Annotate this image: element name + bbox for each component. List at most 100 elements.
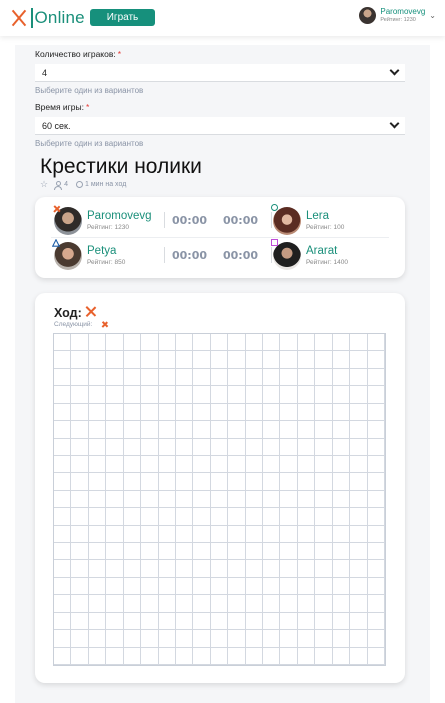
board-cell[interactable] [158, 612, 176, 631]
board-cell[interactable] [332, 560, 351, 578]
board-cell[interactable] [193, 595, 211, 613]
board-cell[interactable] [245, 490, 264, 509]
board-cell[interactable] [350, 421, 368, 439]
board-cell[interactable] [158, 508, 176, 526]
user-menu[interactable]: Paromovevg Рейтинг: 1230 ⌄ [359, 7, 436, 24]
board-cell[interactable] [228, 455, 246, 474]
board-cell[interactable] [175, 560, 194, 578]
board-cell[interactable] [193, 334, 211, 352]
board-cell[interactable] [88, 630, 107, 648]
board-cell[interactable] [88, 543, 107, 561]
board-cell[interactable] [297, 403, 316, 422]
board-cell[interactable] [54, 473, 72, 491]
board-cell[interactable] [367, 334, 385, 352]
board-cell[interactable] [141, 577, 159, 596]
board-cell[interactable] [71, 455, 89, 474]
board-cell[interactable] [297, 473, 316, 491]
board-cell[interactable] [54, 525, 72, 544]
board-cell[interactable] [263, 508, 281, 526]
board-cell[interactable] [54, 368, 72, 387]
board-cell[interactable] [297, 351, 316, 369]
board-cell[interactable] [297, 490, 316, 509]
board-cell[interactable] [193, 525, 211, 544]
board-cell[interactable] [193, 630, 211, 648]
board-cell[interactable] [332, 368, 351, 387]
board-cell[interactable] [54, 351, 72, 369]
board-cell[interactable] [350, 455, 368, 474]
board-cell[interactable] [350, 612, 368, 631]
game-board[interactable] [53, 333, 386, 666]
board-cell[interactable] [245, 577, 264, 596]
board-cell[interactable] [54, 560, 72, 578]
board-cell[interactable] [367, 647, 385, 665]
board-cell[interactable] [332, 403, 351, 422]
board-cell[interactable] [193, 577, 211, 596]
board-cell[interactable] [263, 543, 281, 561]
board-cell[interactable] [367, 525, 385, 544]
board-cell[interactable] [332, 438, 351, 456]
board-cell[interactable] [158, 403, 176, 422]
board-cell[interactable] [141, 421, 159, 439]
board-cell[interactable] [175, 351, 194, 369]
board-cell[interactable] [54, 577, 72, 596]
board-cell[interactable] [263, 403, 281, 422]
board-cell[interactable] [280, 595, 298, 613]
board-cell[interactable] [123, 560, 142, 578]
board-cell[interactable] [228, 647, 246, 665]
board-cell[interactable] [245, 508, 264, 526]
board-cell[interactable] [141, 490, 159, 509]
board-cell[interactable] [158, 543, 176, 561]
board-cell[interactable] [158, 560, 176, 578]
board-cell[interactable] [141, 508, 159, 526]
board-cell[interactable] [263, 525, 281, 544]
board-cell[interactable] [123, 368, 142, 387]
board-cell[interactable] [332, 595, 351, 613]
board-cell[interactable] [315, 386, 333, 404]
board-cell[interactable] [141, 647, 159, 665]
board-cell[interactable] [332, 612, 351, 631]
board-cell[interactable] [245, 421, 264, 439]
board-cell[interactable] [193, 351, 211, 369]
board-cell[interactable] [158, 334, 176, 352]
board-cell[interactable] [315, 543, 333, 561]
board-cell[interactable] [280, 490, 298, 509]
board-cell[interactable] [71, 508, 89, 526]
board-cell[interactable] [158, 421, 176, 439]
board-cell[interactable] [88, 612, 107, 631]
board-cell[interactable] [332, 543, 351, 561]
board-cell[interactable] [280, 351, 298, 369]
board-cell[interactable] [367, 438, 385, 456]
board-cell[interactable] [106, 595, 124, 613]
board-cell[interactable] [158, 647, 176, 665]
board-cell[interactable] [106, 560, 124, 578]
board-cell[interactable] [54, 421, 72, 439]
board-cell[interactable] [54, 543, 72, 561]
board-cell[interactable] [54, 334, 72, 352]
board-cell[interactable] [367, 473, 385, 491]
board-cell[interactable] [106, 647, 124, 665]
board-cell[interactable] [367, 421, 385, 439]
board-cell[interactable] [263, 351, 281, 369]
board-cell[interactable] [106, 438, 124, 456]
board-cell[interactable] [297, 368, 316, 387]
board-cell[interactable] [297, 334, 316, 352]
board-cell[interactable] [175, 386, 194, 404]
board-cell[interactable] [193, 368, 211, 387]
board-cell[interactable] [228, 577, 246, 596]
game-time-select[interactable]: 60 сек. [35, 117, 405, 135]
board-cell[interactable] [315, 351, 333, 369]
board-cell[interactable] [210, 543, 229, 561]
board-cell[interactable] [315, 647, 333, 665]
board-cell[interactable] [228, 334, 246, 352]
board-cell[interactable] [210, 560, 229, 578]
board-cell[interactable] [71, 368, 89, 387]
board-cell[interactable] [297, 386, 316, 404]
board-cell[interactable] [141, 630, 159, 648]
board-cell[interactable] [210, 490, 229, 509]
board-cell[interactable] [158, 455, 176, 474]
board-cell[interactable] [193, 508, 211, 526]
board-cell[interactable] [175, 595, 194, 613]
board-cell[interactable] [106, 490, 124, 509]
board-cell[interactable] [315, 490, 333, 509]
board-cell[interactable] [332, 334, 351, 352]
